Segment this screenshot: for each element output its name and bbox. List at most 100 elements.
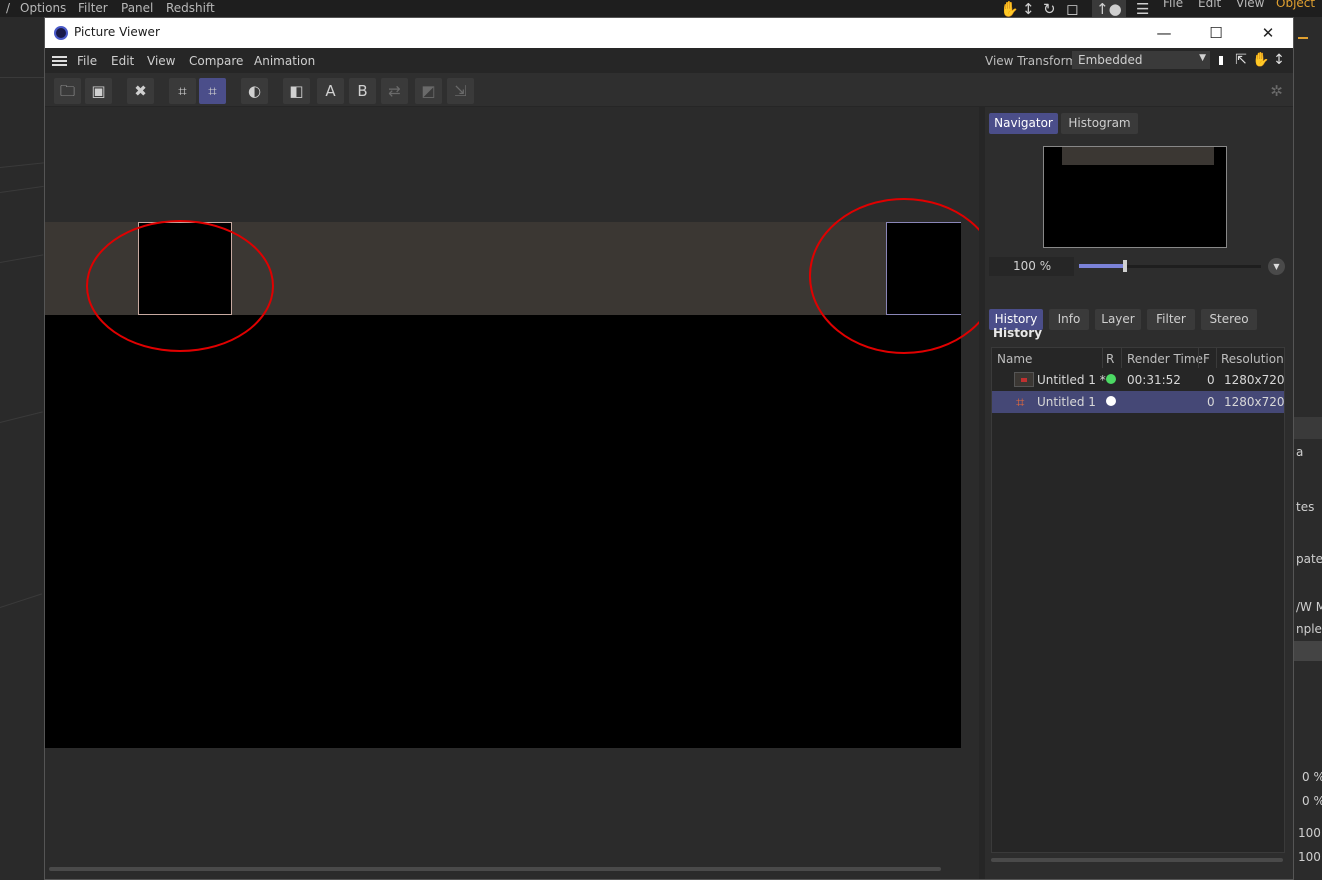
host-menu-options[interactable]: Options <box>20 1 66 15</box>
column-name[interactable]: Name <box>997 352 1032 366</box>
menu-edit[interactable]: Edit <box>111 54 134 68</box>
view-transform-value: Embedded <box>1078 53 1143 67</box>
view-transform-label: View Transform <box>985 54 1077 68</box>
open-folder-icon[interactable]: 🗀 <box>54 78 81 104</box>
host-fragment: 0 % <box>1302 794 1322 808</box>
settings-icon[interactable]: ✲ <box>1263 78 1290 104</box>
history-frame: 0 <box>1207 373 1215 387</box>
tab-navigator[interactable]: Navigator <box>989 113 1058 134</box>
column-separator[interactable] <box>1121 348 1122 368</box>
stop-render-icon[interactable]: ✖ <box>127 78 154 104</box>
tab-stereo[interactable]: Stereo <box>1201 309 1257 330</box>
view-transform-select[interactable]: Embedded ▼ <box>1072 51 1210 69</box>
tab-filter[interactable]: Filter <box>1147 309 1195 330</box>
host-fragment: a <box>1296 445 1304 459</box>
rotate-icon[interactable]: ↻ <box>1043 0 1056 18</box>
column-separator[interactable] <box>1198 348 1199 368</box>
column-separator[interactable] <box>1102 348 1103 368</box>
history-name: Untitled 1 <box>1037 395 1096 409</box>
compare-a-button[interactable]: A <box>317 78 344 104</box>
zoom-field[interactable]: 100 % <box>989 257 1074 276</box>
history-title: History <box>993 326 1043 340</box>
menu-file[interactable]: File <box>77 54 97 68</box>
tab-histogram[interactable]: Histogram <box>1061 113 1138 134</box>
preview-strip <box>1044 147 1226 165</box>
column-resolution[interactable]: Resolution <box>1221 352 1284 366</box>
image-viewport[interactable] <box>45 107 979 879</box>
grid-line <box>0 254 44 263</box>
zoom-slider-handle[interactable] <box>1123 260 1127 272</box>
host-object-marker <box>1298 37 1308 39</box>
frame-icon[interactable]: ◻ <box>1066 0 1078 18</box>
title-bar[interactable]: Picture Viewer — ☐ ✕ <box>45 18 1293 48</box>
host-hamburger-icon[interactable]: ☰ <box>1136 0 1149 18</box>
host-menu-view[interactable]: View <box>1236 0 1264 10</box>
host-fragment: nple <box>1296 622 1322 636</box>
table-row[interactable]: ⌗ Untitled 1 0 1280x720 <box>992 391 1285 413</box>
table-row[interactable]: Untitled 1 * 00:31:52 0 1280x720 <box>992 369 1285 391</box>
side-panel: Navigator Histogram 100 % ▼ History Info… <box>985 107 1293 879</box>
move-icon[interactable]: ↕ <box>1022 0 1035 18</box>
menu-animation[interactable]: Animation <box>254 54 315 68</box>
host-field <box>1294 641 1322 661</box>
history-name: Untitled 1 * <box>1037 373 1106 387</box>
hand-icon[interactable]: ✋ <box>1000 0 1019 18</box>
host-menu-file[interactable]: File <box>1163 0 1183 10</box>
contrast-icon[interactable]: ◐ <box>241 78 268 104</box>
render-chip-icon[interactable]: ⌗ <box>199 78 226 104</box>
external-window-icon[interactable]: ⇱ <box>1233 52 1249 68</box>
zoom-slider-fill <box>1079 264 1125 268</box>
host-fragment: /W M <box>1296 600 1322 614</box>
swap-icon[interactable]: ⇄ <box>381 78 408 104</box>
host-left-viewport <box>0 17 44 880</box>
panel-toggle-icon[interactable] <box>1213 54 1225 67</box>
host-menu-edit[interactable]: Edit <box>1198 0 1221 10</box>
maximize-button[interactable]: ☐ <box>1193 22 1239 44</box>
host-menu-fragment: / <box>6 1 11 15</box>
preview-block <box>1044 147 1062 165</box>
column-r[interactable]: R <box>1106 352 1114 366</box>
minimize-button[interactable]: — <box>1141 22 1187 44</box>
compare-split-icon[interactable]: ◧ <box>283 78 310 104</box>
column-render-time[interactable]: Render Time <box>1127 352 1203 366</box>
grid-line <box>0 593 43 608</box>
status-dot <box>1106 396 1116 406</box>
host-panel-header <box>1294 417 1322 439</box>
column-separator[interactable] <box>1216 348 1217 368</box>
panel-scrollbar[interactable] <box>991 858 1283 862</box>
preview-block <box>1214 147 1226 165</box>
overlay-icon[interactable]: ◩ <box>415 78 442 104</box>
compare-b-button[interactable]: B <box>349 78 376 104</box>
light-icon[interactable]: ↑● <box>1092 0 1126 18</box>
navigator-preview[interactable] <box>1043 146 1227 248</box>
grid-line <box>0 77 44 78</box>
render-region-icon[interactable]: ⌗ <box>169 78 196 104</box>
cinema4d-app-icon <box>54 26 68 40</box>
host-menu-redshift[interactable]: Redshift <box>166 1 215 15</box>
toolbar: 🗀 ▣ ✖ ⌗ ⌗ ◐ ◧ A B ⇄ ◩ ⇲ ✲ <box>45 73 1293 107</box>
status-dot <box>1106 374 1116 384</box>
host-fragment: 100 <box>1298 826 1321 840</box>
history-frame: 0 <box>1207 395 1215 409</box>
tab-layer[interactable]: Layer <box>1095 309 1141 330</box>
horizontal-scrollbar[interactable] <box>49 867 941 871</box>
rendered-image <box>45 315 961 748</box>
move-icon[interactable]: ↕ <box>1271 52 1287 68</box>
hand-icon[interactable]: ✋ <box>1252 52 1269 68</box>
host-menu-object[interactable]: Object <box>1276 0 1315 10</box>
save-icon[interactable]: ▣ <box>85 78 112 104</box>
chevron-down-icon: ▼ <box>1199 53 1206 63</box>
chevron-down-icon[interactable]: ▼ <box>1268 258 1285 275</box>
close-button[interactable]: ✕ <box>1245 22 1291 44</box>
annotation-circle <box>86 220 274 352</box>
menu-compare[interactable]: Compare <box>189 54 243 68</box>
hamburger-icon[interactable] <box>52 56 67 66</box>
grid-line <box>0 411 43 423</box>
tab-info[interactable]: Info <box>1049 309 1089 330</box>
export-icon[interactable]: ⇲ <box>447 78 474 104</box>
column-frame[interactable]: F <box>1203 352 1210 366</box>
menu-view[interactable]: View <box>147 54 175 68</box>
host-menu-panel[interactable]: Panel <box>121 1 153 15</box>
render-chip-icon: ⌗ <box>1016 393 1025 411</box>
host-menu-filter[interactable]: Filter <box>78 1 108 15</box>
